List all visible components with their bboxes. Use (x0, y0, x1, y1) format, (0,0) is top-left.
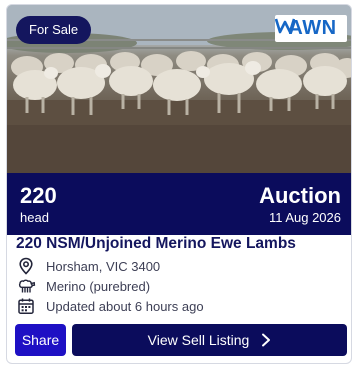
listing-photo[interactable]: For Sale AWN (7, 5, 351, 173)
updated-text: Updated about 6 hours ago (46, 298, 204, 314)
head-count: 220 (20, 183, 57, 208)
view-sell-listing-label: View Sell Listing (147, 332, 250, 348)
location-row: Horsham, VIC 3400 (16, 256, 160, 276)
share-button[interactable]: Share (15, 324, 66, 356)
awn-logo-text: AWN (288, 17, 337, 39)
sale-date: 11 Aug 2026 (268, 210, 341, 225)
head-label: head (20, 210, 49, 225)
for-sale-badge: For Sale (16, 16, 92, 44)
listing-card[interactable]: For Sale AWN 220 head Auction 11 Aug 202… (6, 4, 352, 364)
updated-row: Updated about 6 hours ago (16, 296, 204, 316)
sale-type: Auction (259, 183, 341, 208)
location-text: Horsham, VIC 3400 (46, 258, 161, 274)
breed-text: Merino (purebred) (46, 278, 151, 294)
sheep-icon (16, 276, 36, 296)
view-sell-listing-button[interactable]: View Sell Listing (72, 324, 347, 356)
calendar-icon (16, 296, 36, 316)
listing-summary-band: 220 head Auction 11 Aug 2026 (7, 173, 351, 235)
chevron-right-icon (261, 333, 271, 347)
awn-logo-icon (275, 18, 295, 34)
breed-row: Merino (purebred) (16, 276, 150, 296)
listing-title: 220 NSM/Unjoined Merino Ewe Lambs (16, 235, 296, 252)
awn-logo: AWN (275, 15, 347, 42)
map-pin-icon (16, 256, 36, 276)
